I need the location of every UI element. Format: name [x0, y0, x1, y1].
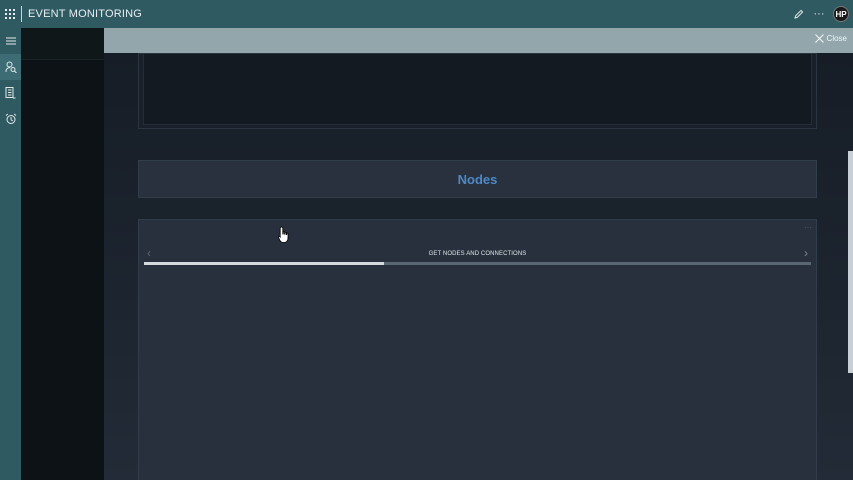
close-button[interactable]: Close: [814, 34, 847, 43]
previous-section-content: [143, 54, 812, 125]
hand-cursor-icon: [278, 226, 290, 249]
hamburger-menu-icon[interactable]: [0, 28, 21, 54]
waffle-icon[interactable]: [0, 0, 20, 28]
title-divider: [21, 6, 22, 22]
navigation-panel-header: [21, 28, 104, 60]
report-list-icon[interactable]: [0, 80, 21, 106]
previous-section-panel: [138, 53, 817, 129]
section-title: Nodes: [457, 171, 498, 187]
left-rail: [0, 28, 21, 480]
more-options-button[interactable]: ···: [813, 8, 825, 20]
wizard-progress-bar: [144, 262, 811, 265]
wizard-more-button[interactable]: ···: [804, 223, 812, 232]
close-icon: [814, 34, 824, 43]
pencil-icon[interactable]: [793, 8, 805, 20]
scrollbar-thumb[interactable]: [848, 151, 853, 374]
wizard-step-title: GET NODES AND CONNECTIONS: [428, 251, 527, 257]
top-bar-actions: ··· HP: [793, 0, 849, 28]
app-title: EVENT MONITORING: [28, 8, 143, 20]
avatar[interactable]: HP: [833, 6, 849, 22]
flyout-header-bar: Close: [104, 28, 853, 53]
nodes-wizard-panel: ··· ‹ › GET NODES AND CONNECTIONS: [138, 219, 817, 480]
wizard-progress-fill: [144, 262, 385, 265]
close-label: Close: [826, 34, 847, 43]
app-window: EVENT MONITORING ··· HP Close Nodes ··· …: [0, 0, 853, 480]
navigation-panel: [21, 28, 104, 480]
main-content: Nodes ··· ‹ › GET NODES AND CONNECTIONS: [104, 53, 853, 480]
person-search-icon[interactable]: [0, 54, 21, 80]
top-bar: EVENT MONITORING ··· HP: [0, 0, 853, 28]
nodes-section-header[interactable]: Nodes: [138, 160, 817, 198]
alarm-clock-icon[interactable]: [0, 106, 21, 132]
vertical-scrollbar[interactable]: [848, 53, 853, 480]
